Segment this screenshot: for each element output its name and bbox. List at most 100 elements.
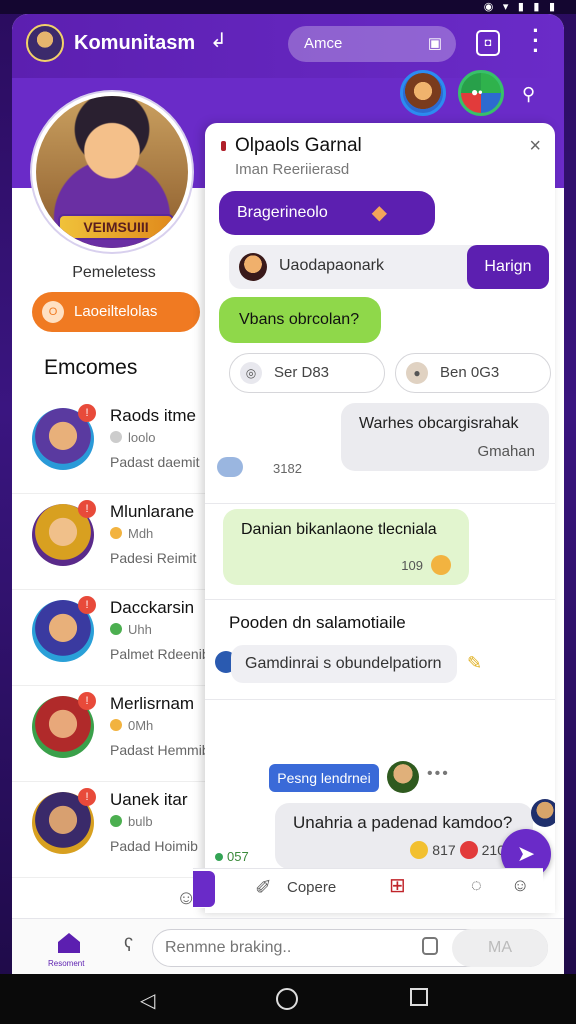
friend-avatar[interactable] bbox=[400, 70, 446, 116]
recents-icon[interactable] bbox=[410, 988, 428, 1006]
profile-action-button[interactable]: O Laoeiltelolas bbox=[32, 292, 200, 332]
message-text: Bragerineolo bbox=[237, 204, 328, 221]
back-arrow-icon[interactable]: ↲ bbox=[210, 28, 227, 53]
status-dot bbox=[110, 527, 122, 539]
pill-label: Ser D83 bbox=[274, 364, 330, 381]
chat-toolbar: ✐ Copere ⊞ ◌ ☺ bbox=[193, 868, 543, 908]
contact-subtitle: Palmet Rdeenib bbox=[110, 646, 210, 662]
seen-icon bbox=[217, 457, 243, 477]
message-text: Danian bikanlaone tlecniala bbox=[241, 521, 437, 538]
avatar bbox=[531, 799, 555, 827]
emoji-icon bbox=[459, 841, 478, 859]
contact-subtitle: Padesi Reimit bbox=[110, 550, 197, 566]
contact-subtitle: Padast daemit bbox=[110, 454, 200, 470]
more-vertical-icon[interactable]: · · · bbox=[526, 20, 546, 62]
contact-status: loolo bbox=[110, 430, 155, 445]
contact-subtitle: Padad Hoimib bbox=[110, 838, 198, 854]
toolbar-label[interactable]: Copere bbox=[287, 879, 336, 896]
contact-status: Uhh bbox=[110, 622, 152, 637]
invite-button[interactable]: Harign bbox=[467, 245, 549, 289]
contact-status: bulb bbox=[110, 814, 153, 829]
option-pill[interactable]: ● Ben 0G3 bbox=[395, 353, 551, 393]
message-meta: 817 210 bbox=[410, 841, 505, 859]
timestamp: 057 bbox=[215, 849, 249, 864]
contact-name: Merlisrnam bbox=[110, 694, 195, 713]
search-text: Amce bbox=[304, 35, 343, 52]
contact-subtitle: Padast Hemmib bbox=[110, 742, 210, 758]
contact-list-item[interactable]: ! Uanek itar bulb Padad Hoimib bbox=[12, 782, 212, 878]
attach-icon[interactable]: ʕ bbox=[124, 935, 133, 956]
option-pill[interactable]: ◎ Ser D83 bbox=[229, 353, 385, 393]
contact-status: 0Mh bbox=[110, 718, 153, 733]
user-name: Uaodapaonark bbox=[279, 257, 384, 274]
add-friend-icon[interactable]: ⚲ bbox=[522, 84, 535, 105]
friend-avatar[interactable]: ●• bbox=[458, 70, 504, 116]
close-icon[interactable]: × bbox=[529, 135, 541, 158]
action-label: Laoeiltelolas bbox=[74, 303, 158, 320]
profile-badge: VEIMSUIII bbox=[58, 214, 174, 240]
app-title: Komunitasm bbox=[74, 32, 196, 54]
contact-list-item[interactable]: ! Dacckarsin Uhh Palmet Rdeenib bbox=[12, 590, 212, 686]
profile-name: Pemeletess bbox=[72, 264, 156, 281]
chat-subtitle: Iman Reeriierasd bbox=[235, 161, 350, 178]
divider bbox=[205, 599, 555, 600]
message-text: Unahria a padenad kamdoo? bbox=[293, 813, 513, 832]
tag-label[interactable]: Pesng lendrnei bbox=[269, 764, 379, 792]
message-sender: Gmahan bbox=[477, 443, 535, 460]
contact-list-item[interactable]: ! Raods itme loolo Padast daemit bbox=[12, 398, 212, 494]
notification-badge: ! bbox=[78, 596, 96, 614]
notification-badge: ! bbox=[78, 404, 96, 422]
gift-icon[interactable]: ⊞ bbox=[389, 873, 406, 898]
contact-name: Mlunlarane bbox=[110, 502, 195, 521]
status-bar: ◉ ▾ ▮ ▮ ▮ bbox=[0, 0, 576, 14]
divider bbox=[205, 699, 555, 700]
paperclip-icon[interactable]: ✐ bbox=[255, 875, 272, 900]
message-bubble: Unahria a padenad kamdoo? 817 210 bbox=[275, 803, 533, 869]
profile-avatar[interactable]: VEIMSUIII bbox=[32, 92, 192, 252]
message-meta: 109 bbox=[401, 555, 451, 575]
contact-status: Mdh bbox=[110, 526, 153, 541]
chat-panel: Olpaols Garnal Iman Reeriierasd × Brager… bbox=[205, 123, 555, 913]
divider bbox=[205, 503, 555, 504]
status-icons: ◉ ▾ ▮ ▮ ▮ bbox=[483, 0, 558, 13]
search-input[interactable]: Amce ▣ bbox=[288, 26, 456, 62]
target-icon: ◎ bbox=[240, 362, 262, 384]
bag-icon[interactable]: ◘ bbox=[476, 30, 500, 56]
message-bubble: Warhes obcargisrahak Gmahan bbox=[341, 403, 549, 471]
home-circle-icon[interactable] bbox=[276, 988, 298, 1010]
avatar bbox=[387, 761, 419, 793]
message-bubble: Vbans obrcolan? bbox=[219, 297, 381, 343]
pin-icon[interactable]: ✎ bbox=[467, 653, 482, 674]
camera-icon[interactable]: ◌ bbox=[471, 875, 482, 896]
avatar bbox=[239, 253, 267, 281]
home-icon[interactable] bbox=[58, 933, 80, 953]
android-nav-bar: ◁ bbox=[0, 974, 576, 1024]
contact-list-item[interactable]: ! Merlisrnam 0Mh Padast Hemmib bbox=[12, 686, 212, 782]
contact-name: Raods itme bbox=[110, 406, 196, 425]
pill-label: Ben 0G3 bbox=[440, 364, 500, 381]
chat-marker bbox=[221, 141, 226, 151]
section-title: Emcomes bbox=[44, 356, 138, 379]
sticker-icon[interactable] bbox=[422, 937, 438, 955]
chat-title: Olpaols Garnal bbox=[235, 135, 362, 156]
toolbar-handle[interactable] bbox=[193, 871, 215, 907]
status-dot bbox=[110, 431, 122, 443]
online-dot bbox=[215, 853, 223, 861]
back-icon[interactable]: ◁ bbox=[140, 988, 155, 1013]
app-avatar[interactable] bbox=[26, 24, 64, 62]
game-icon: ●• bbox=[471, 85, 483, 99]
contact-list-item[interactable]: ! Mlunlarane Mdh Padesi Reimit bbox=[12, 494, 212, 590]
app-window: Komunitasm Amce ▣ ◘ · · · ↲ ●• ⚲ VEIMSUIII… bbox=[12, 14, 564, 974]
send-text-button[interactable]: MA bbox=[452, 929, 548, 967]
home-label: Resoment bbox=[48, 959, 85, 968]
coin-icon: ● bbox=[406, 362, 428, 384]
timestamp: 3182 bbox=[273, 461, 302, 476]
more-horizontal-icon[interactable]: ••• bbox=[427, 765, 450, 783]
emoji-icon[interactable]: ☺ bbox=[511, 875, 529, 896]
status-dot bbox=[110, 815, 122, 827]
message-text: Warhes obcargisrahak bbox=[359, 415, 519, 432]
contact-name: Uanek itar bbox=[110, 790, 188, 809]
message-bubble: Danian bikanlaone tlecniala 109 bbox=[223, 509, 469, 585]
seen-row: 3182 bbox=[217, 457, 302, 477]
user-suggestion[interactable]: Uaodapaonark Harign bbox=[229, 245, 549, 289]
